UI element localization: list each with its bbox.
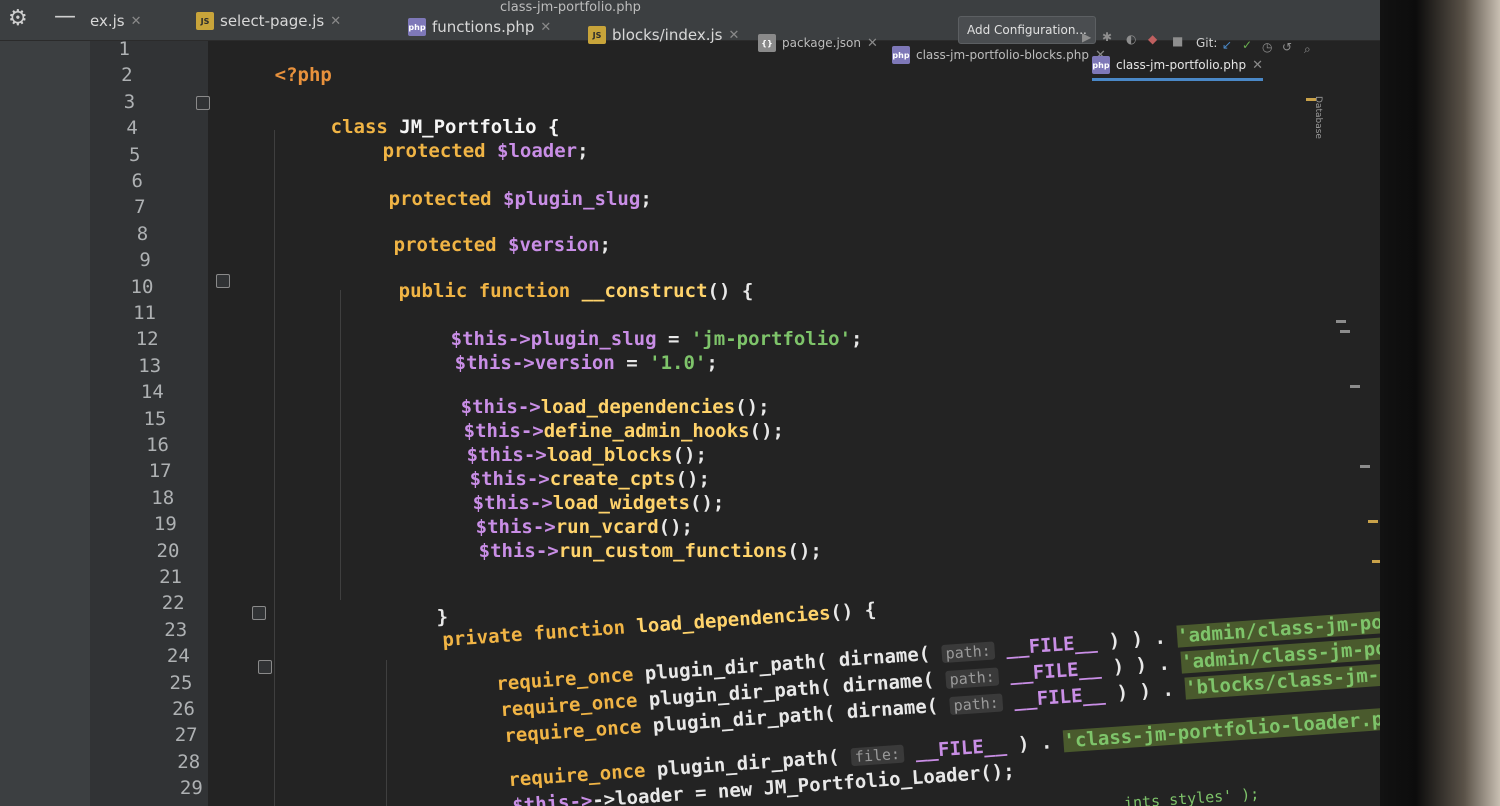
- ide-window: ⚙ — class-jm-portfolio.php ex.js ✕ JS se…: [0, 0, 1380, 806]
- laptop-bezel: [1380, 0, 1500, 806]
- code-content[interactable]: <?php class JM_Portfolio { protected $lo…: [0, 0, 1380, 806]
- code-line-20: $this->run_custom_functions();: [478, 540, 822, 562]
- code-line-30-fragment: ints_styles' );: [1123, 784, 1260, 806]
